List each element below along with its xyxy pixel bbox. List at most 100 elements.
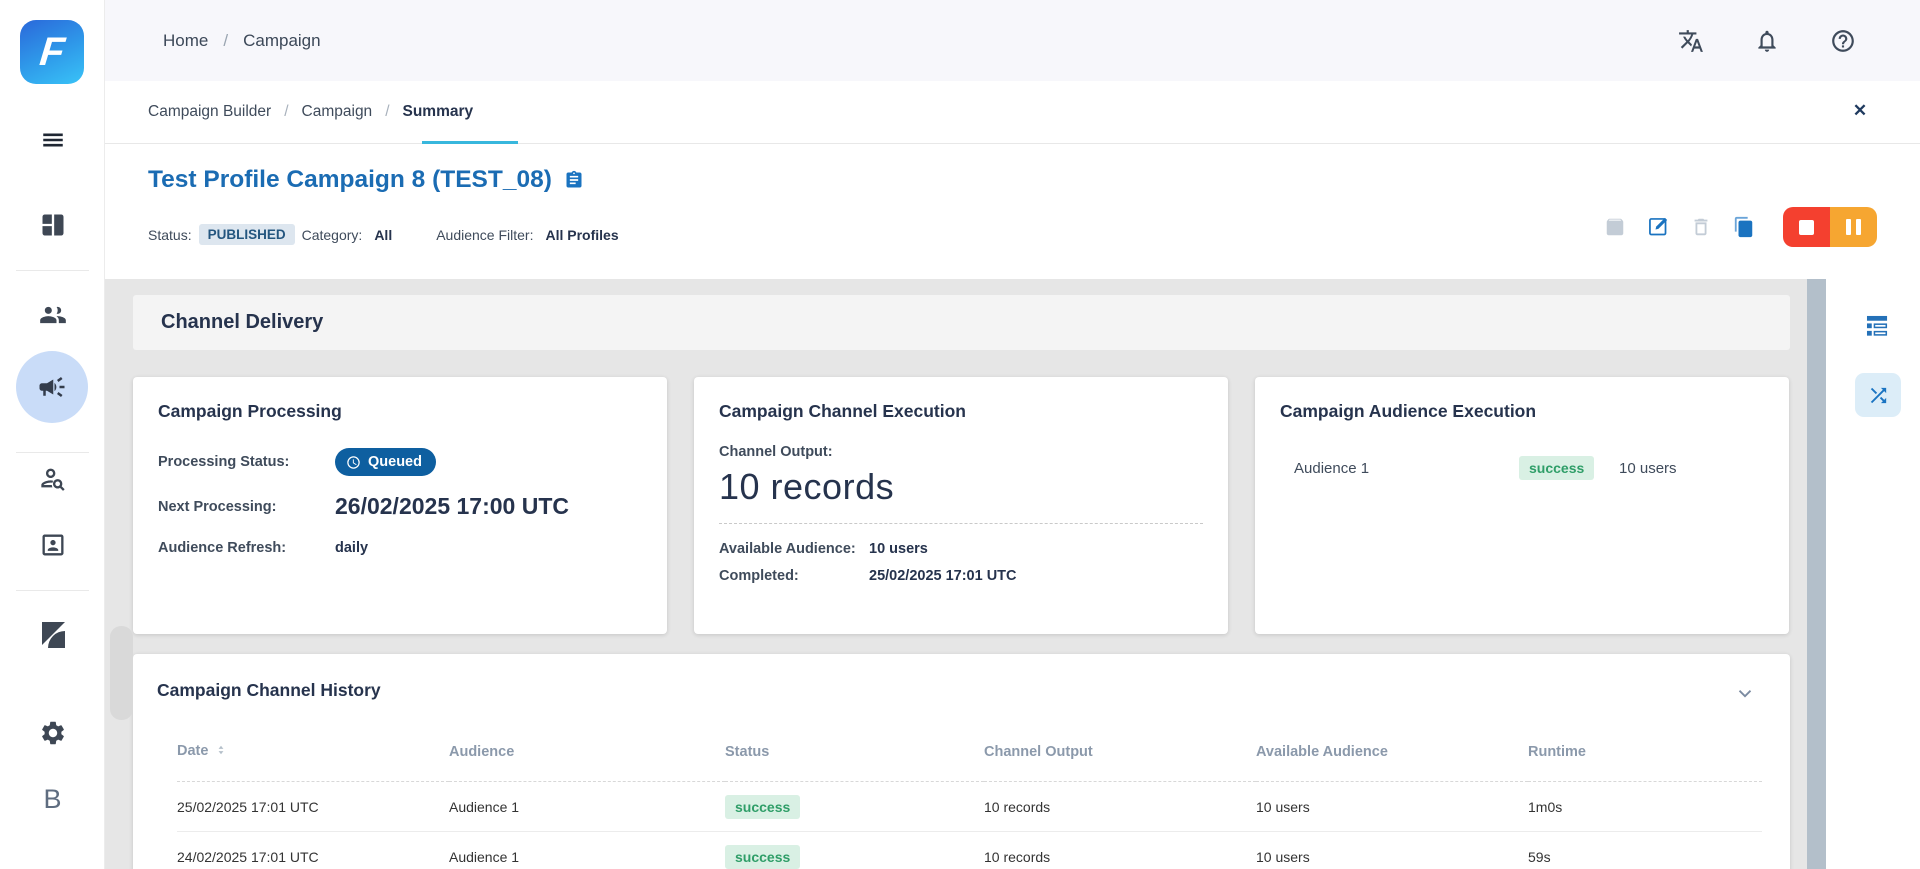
audience-refresh-row: Audience Refresh: daily	[158, 540, 642, 556]
campaign-title-text: Test Profile Campaign 8 (TEST_08)	[148, 166, 552, 194]
right-rail	[1826, 279, 1920, 869]
cell-channel-output: 10 records	[984, 782, 1256, 832]
completed-label: Completed:	[719, 568, 869, 584]
list-view-icon[interactable]	[1866, 315, 1889, 342]
copy-icon[interactable]	[1733, 216, 1755, 238]
campaign-channel-history-card: Campaign Channel History Date Audience S…	[133, 654, 1790, 869]
sort-icon[interactable]	[216, 745, 226, 761]
available-audience-row: Available Audience: 10 users	[719, 541, 1203, 557]
delete-icon[interactable]	[1690, 216, 1712, 238]
column-header-date[interactable]: Date	[177, 733, 449, 782]
breadcrumb-home[interactable]: Home	[163, 31, 208, 51]
brand-logo[interactable]: F	[20, 20, 84, 84]
pause-icon	[1846, 219, 1851, 235]
history-header-row: Date Audience Status Channel Output Avai…	[177, 733, 1762, 782]
cell-date: 24/02/2025 17:01 UTC	[177, 832, 449, 869]
help-icon[interactable]	[1830, 28, 1856, 54]
clipboard-icon[interactable]	[564, 170, 584, 190]
table-row[interactable]: 25/02/2025 17:01 UTC Audience 1 success …	[177, 782, 1762, 832]
users-icon[interactable]	[0, 301, 105, 329]
history-title: Campaign Channel History	[157, 680, 1762, 701]
tab-campaign[interactable]: Campaign	[302, 103, 373, 121]
cell-channel-output: 10 records	[984, 832, 1256, 869]
sidebar-divider	[16, 270, 89, 271]
main-content: Channel Delivery Campaign Processing Pro…	[105, 279, 1826, 869]
processing-status-row: Processing Status: Queued	[158, 448, 642, 476]
cell-audience: Audience 1	[449, 782, 725, 832]
audience-refresh-label: Audience Refresh:	[158, 540, 335, 556]
sidebar: F B	[0, 0, 105, 869]
dashboard-icon[interactable]	[0, 211, 105, 239]
tab-campaign-builder[interactable]: Campaign Builder	[148, 103, 271, 121]
page-title: Test Profile Campaign 8 (TEST_08)	[148, 166, 584, 194]
column-header-status: Status	[725, 733, 984, 782]
brand-logo-letter: F	[38, 32, 67, 72]
topbar: Home / Campaign	[105, 0, 1920, 81]
tab-breadcrumb: Campaign Builder / Campaign / Summary	[105, 81, 1920, 143]
cell-available-audience: 10 users	[1256, 832, 1528, 869]
campaign-header: Test Profile Campaign 8 (TEST_08) Status…	[105, 144, 1920, 279]
completed-value: 25/02/2025 17:01 UTC	[869, 568, 1203, 584]
campaign-channel-execution-card: Campaign Channel Execution Channel Outpu…	[694, 377, 1228, 634]
channel-output-label: Channel Output:	[719, 444, 1203, 460]
campaign-audience-execution-card: Campaign Audience Execution Audience 1 s…	[1255, 377, 1789, 634]
next-processing-value: 26/02/2025 17:00 UTC	[335, 493, 642, 520]
processing-status-label: Processing Status:	[158, 454, 335, 470]
archive-icon[interactable]	[1604, 216, 1626, 238]
status-label: Status:	[148, 227, 192, 243]
success-badge: success	[725, 845, 800, 869]
channel-delivery-header: Channel Delivery	[133, 295, 1790, 350]
breadcrumb-campaign[interactable]: Campaign	[243, 31, 321, 51]
stop-button[interactable]	[1783, 207, 1830, 247]
tabbar: Campaign Builder / Campaign / Summary ✕	[105, 81, 1920, 144]
cell-runtime: 59s	[1528, 832, 1762, 869]
cell-status: success	[725, 832, 984, 869]
card-title: Campaign Audience Execution	[1280, 401, 1764, 422]
category-label: Category:	[302, 227, 363, 243]
contact-card-icon[interactable]	[0, 531, 105, 559]
sidebar-divider	[16, 452, 89, 453]
chevron-down-icon[interactable]	[1734, 682, 1756, 709]
campaign-icon	[37, 372, 67, 402]
close-icon[interactable]: ✕	[1846, 97, 1874, 125]
app-window: F B Home	[0, 0, 1920, 869]
next-processing-label: Next Processing:	[158, 499, 335, 515]
edit-icon[interactable]	[1647, 216, 1669, 238]
category-value: All	[374, 227, 392, 243]
topbar-icons	[1678, 0, 1856, 81]
history-table-wrap: Date Audience Status Channel Output Avai…	[177, 733, 1762, 869]
completed-row: Completed: 25/02/2025 17:01 UTC	[719, 568, 1203, 584]
settings-icon[interactable]	[0, 719, 105, 747]
menu-icon[interactable]	[0, 127, 105, 153]
clock-icon	[346, 455, 361, 470]
column-header-channel-output: Channel Output	[984, 733, 1256, 782]
audience-filter-label: Audience Filter:	[436, 227, 533, 243]
notifications-icon[interactable]	[1754, 28, 1780, 54]
cell-runtime: 1m0s	[1528, 782, 1762, 832]
table-row[interactable]: 24/02/2025 17:01 UTC Audience 1 success …	[177, 832, 1762, 869]
pause-button[interactable]	[1830, 207, 1877, 247]
column-header-audience: Audience	[449, 733, 725, 782]
card-divider	[719, 523, 1203, 524]
audience-name: Audience 1	[1294, 460, 1519, 477]
tab-summary[interactable]: Summary	[403, 103, 474, 121]
shuffle-icon	[1867, 384, 1890, 407]
breadcrumb-separator: /	[223, 31, 228, 51]
vertical-scrollbar[interactable]	[1807, 279, 1826, 869]
card-title: Campaign Processing	[158, 401, 642, 422]
column-header-available-audience: Available Audience	[1256, 733, 1528, 782]
campaign-status-row: Status: PUBLISHED Category: All Audience…	[148, 224, 619, 245]
campaign-nav-active[interactable]	[16, 351, 88, 423]
workspace-initial[interactable]: B	[0, 784, 105, 815]
cell-status: success	[725, 782, 984, 832]
status-badge: PUBLISHED	[199, 224, 295, 245]
translate-icon[interactable]	[1678, 28, 1704, 54]
shuffle-button[interactable]	[1855, 373, 1901, 417]
k-logo-icon[interactable]	[0, 620, 105, 650]
run-control-buttons	[1783, 207, 1877, 247]
tab-separator: /	[385, 103, 389, 121]
sidebar-scrollbar[interactable]	[110, 626, 133, 720]
card-title: Campaign Channel Execution	[719, 401, 1203, 422]
person-search-icon[interactable]	[0, 464, 105, 492]
stop-icon	[1799, 220, 1814, 235]
